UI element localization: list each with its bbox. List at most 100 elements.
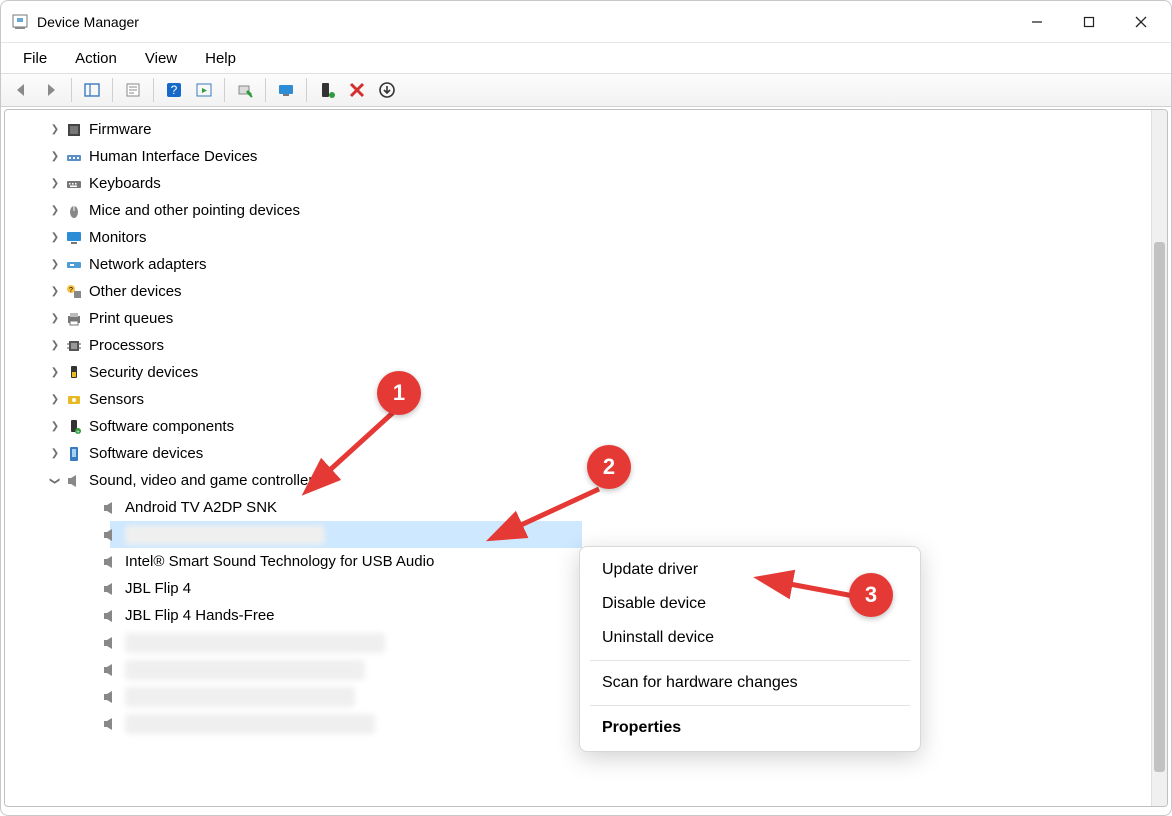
tree-item-processors[interactable]: ❯ Processors [11,332,1151,359]
minimize-button[interactable] [1011,2,1063,42]
context-separator [590,660,910,661]
menu-action[interactable]: Action [61,46,131,71]
tree-item-mice[interactable]: ❯ Mice and other pointing devices [11,197,1151,224]
redacted-label [125,633,385,653]
toolbar: ? [1,73,1171,107]
speaker-icon [101,688,119,706]
vertical-scrollbar[interactable] [1151,110,1167,806]
close-button[interactable] [1115,2,1167,42]
tree-label: JBL Flip 4 Hands-Free [125,607,275,624]
toolbar-separator [153,78,154,102]
uninstall-device-button[interactable] [343,76,371,104]
svg-text:?: ? [69,287,73,294]
tree-item-print[interactable]: ❯ Print queues [11,305,1151,332]
expand-icon[interactable]: ❯ [47,149,63,165]
speaker-icon [101,607,119,625]
expand-icon[interactable]: ❯ [47,176,63,192]
device-manager-window: Device Manager File Action View Help [0,0,1172,816]
menu-help[interactable]: Help [191,46,250,71]
speaker-icon [101,661,119,679]
tree-label: Sound, video and game controllers [89,472,321,489]
speaker-icon [101,634,119,652]
mouse-icon [65,202,83,220]
svg-text:+: + [76,430,80,436]
printer-icon [65,310,83,328]
redacted-label [125,660,365,680]
expand-icon[interactable]: ❯ [47,284,63,300]
expand-icon[interactable]: ❯ [47,122,63,138]
expand-icon[interactable]: ❯ [47,419,63,435]
titlebar: Device Manager [1,1,1171,43]
tree-item-sensors[interactable]: ❯ Sensors [11,386,1151,413]
tree-item-other[interactable]: ❯ ? Other devices [11,278,1151,305]
redacted-label [125,714,375,734]
enable-device-button[interactable] [313,76,341,104]
firmware-icon [65,121,83,139]
tree-label: Security devices [89,364,198,381]
speaker-icon [101,553,119,571]
properties-button[interactable] [119,76,147,104]
toolbar-separator [306,78,307,102]
action-button[interactable] [190,76,218,104]
toolbar-separator [224,78,225,102]
software-components-icon: + [65,418,83,436]
expand-icon[interactable]: ❯ [47,257,63,273]
svg-text:?: ? [171,83,178,97]
menu-file[interactable]: File [9,46,61,71]
network-icon [65,256,83,274]
expand-icon[interactable]: ❯ [47,365,63,381]
annotation-badge-2: 2 [587,445,631,489]
speaker-icon [101,499,119,517]
tree-label: JBL Flip 4 [125,580,191,597]
annotation-badge-3: 3 [849,573,893,617]
monitor-icon [65,229,83,247]
show-hide-tree-button[interactable] [78,76,106,104]
scrollbar-thumb[interactable] [1154,242,1165,772]
help-button[interactable]: ? [160,76,188,104]
tree-item-firmware[interactable]: ❯ Firmware [11,116,1151,143]
collapse-icon[interactable]: ❯ [47,473,63,489]
tree-label: Firmware [89,121,152,138]
window-title: Device Manager [37,14,139,30]
tree-item-monitors[interactable]: ❯ Monitors [11,224,1151,251]
maximize-button[interactable] [1063,2,1115,42]
expand-icon[interactable]: ❯ [47,203,63,219]
context-scan-hardware[interactable]: Scan for hardware changes [580,666,920,700]
tree-label: Mice and other pointing devices [89,202,300,219]
speaker-icon [101,715,119,733]
toolbar-separator [71,78,72,102]
tree-item-keyboards[interactable]: ❯ Keyboards [11,170,1151,197]
tree-label: Software devices [89,445,203,462]
back-button[interactable] [7,76,35,104]
tree-item-security[interactable]: ❯ Security devices [11,359,1151,386]
scan-hardware-button[interactable] [272,76,300,104]
expand-icon[interactable]: ❯ [47,311,63,327]
speaker-icon [101,580,119,598]
tree-item-software-components[interactable]: ❯ + Software components [11,413,1151,440]
tree-label: Monitors [89,229,147,246]
tree-label: Network adapters [89,256,207,273]
expand-icon[interactable]: ❯ [47,338,63,354]
speaker-icon [65,472,83,490]
context-uninstall-device[interactable]: Uninstall device [580,621,920,655]
tree-item-software-devices[interactable]: ❯ Software devices [11,440,1151,467]
tree-item-hid[interactable]: ❯ Human Interface Devices [11,143,1151,170]
tree-item-network[interactable]: ❯ Network adapters [11,251,1151,278]
expand-icon[interactable]: ❯ [47,446,63,462]
software-devices-icon [65,445,83,463]
expand-icon[interactable]: ❯ [47,392,63,408]
tree-label: Processors [89,337,164,354]
menu-view[interactable]: View [131,46,191,71]
context-separator [590,705,910,706]
menubar: File Action View Help [1,43,1171,73]
expand-icon[interactable]: ❯ [47,230,63,246]
toolbar-separator [112,78,113,102]
forward-button[interactable] [37,76,65,104]
other-devices-icon: ? [65,283,83,301]
disable-device-button[interactable] [373,76,401,104]
context-properties[interactable]: Properties [580,711,920,745]
sensors-icon [65,391,83,409]
annotation-badge-1: 1 [377,371,421,415]
update-driver-button[interactable] [231,76,259,104]
redacted-label [125,525,325,545]
